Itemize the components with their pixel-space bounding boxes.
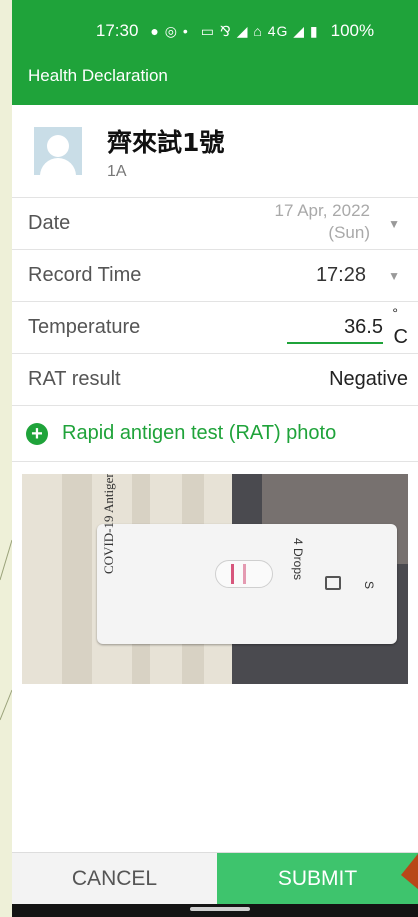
degree-symbol: ° bbox=[392, 305, 398, 321]
system-icons: ▭ ⅋ ◢ ⌂ 4G ◢ ▮ bbox=[200, 22, 319, 39]
rat-photo[interactable]: COVID-19 Antigen 4 Drops S bbox=[22, 474, 408, 684]
temperature-label: Temperature bbox=[28, 316, 141, 338]
navigation-bar bbox=[12, 904, 418, 917]
cancel-button[interactable]: CANCEL bbox=[12, 853, 217, 905]
date-row[interactable]: Date 17 Apr, 2022 (Sun) ▼ bbox=[12, 197, 418, 249]
status-bar: 17:30 ● ◎ • ▭ ⅋ ◢ ⌂ 4G ◢ ▮ 100% bbox=[12, 0, 418, 62]
test-line bbox=[243, 564, 246, 584]
battery-level: 100% bbox=[330, 21, 375, 40]
add-circle-icon: + bbox=[26, 422, 48, 445]
add-rat-photo-button[interactable]: + Rapid antigen test (RAT) photo bbox=[12, 405, 418, 461]
status-time: 17:30 bbox=[95, 21, 139, 40]
cassette-label: COVID-19 Antigen bbox=[101, 474, 116, 574]
avatar bbox=[34, 127, 82, 175]
student-profile: 齊來試1號 1A bbox=[12, 105, 418, 197]
control-line bbox=[231, 564, 234, 584]
chevron-down-icon[interactable]: ▼ bbox=[388, 217, 400, 231]
rat-result-value: Negative bbox=[329, 368, 408, 390]
date-label: Date bbox=[28, 212, 71, 234]
record-time-value: 17:28 bbox=[315, 264, 366, 286]
temperature-input[interactable] bbox=[287, 312, 383, 344]
rat-result-row[interactable]: RAT result Negative bbox=[12, 353, 418, 405]
record-time-row[interactable]: Record Time 17:28 ▼ bbox=[12, 249, 418, 301]
chevron-down-icon[interactable]: ▼ bbox=[388, 269, 400, 283]
notification-icons: ● ◎ • bbox=[150, 22, 189, 39]
submit-button[interactable]: SUBMIT bbox=[217, 853, 418, 905]
temperature-row: Temperature ° C bbox=[12, 301, 418, 353]
drops-label: 4 Drops bbox=[291, 538, 305, 581]
app-header: 17:30 ● ◎ • ▭ ⅋ ◢ ⌂ 4G ◢ ▮ 100% Health D… bbox=[12, 0, 418, 105]
temperature-unit: C bbox=[393, 326, 408, 348]
student-name: 齊來試1號 bbox=[107, 128, 225, 157]
student-class: 1A bbox=[107, 163, 127, 180]
s-label: S bbox=[362, 580, 377, 590]
photo-container: COVID-19 Antigen 4 Drops S bbox=[12, 461, 418, 696]
test-cassette: COVID-19 Antigen 4 Drops S bbox=[97, 474, 397, 644]
add-rat-photo-label: Rapid antigen test (RAT) photo bbox=[62, 422, 337, 444]
action-bar: CANCEL SUBMIT bbox=[12, 852, 418, 905]
home-indicator[interactable] bbox=[190, 907, 250, 911]
page-title: Health Declaration bbox=[28, 66, 168, 85]
date-value: 17 Apr, 2022 (Sun) bbox=[274, 201, 370, 242]
rat-result-label: RAT result bbox=[28, 368, 121, 390]
phone-screen: 17:30 ● ◎ • ▭ ⅋ ◢ ⌂ 4G ◢ ▮ 100% Health D… bbox=[12, 0, 418, 917]
record-time-label: Record Time bbox=[28, 264, 142, 286]
sample-well bbox=[325, 576, 341, 590]
